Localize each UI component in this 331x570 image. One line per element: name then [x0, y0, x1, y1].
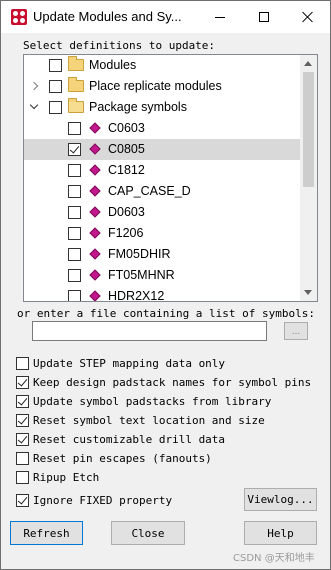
tree-row[interactable]: F1206 [24, 223, 300, 244]
minimize-button[interactable] [197, 1, 243, 33]
tree-item-label: CAP_CASE_D [108, 184, 191, 198]
tree-row[interactable]: C0805 [24, 139, 300, 160]
option-checkbox[interactable] [16, 433, 29, 446]
browse-button[interactable]: ... [284, 322, 308, 340]
symbol-file-label: or enter a file containing a list of sym… [17, 307, 316, 320]
watermark: CSDN @天和地丰 [233, 553, 315, 564]
tree-item-label: C1812 [108, 163, 145, 177]
tree-item-label: Modules [89, 58, 137, 72]
refresh-button[interactable]: Refresh [10, 521, 83, 545]
close-button[interactable]: Close [111, 521, 185, 545]
title-bar[interactable]: Update Modules and Sy... [1, 1, 330, 33]
option-label: Update STEP mapping data only [33, 357, 226, 370]
symbol-icon [89, 290, 101, 301]
symbol-file-input[interactable] [32, 321, 267, 341]
minimize-icon [215, 16, 225, 18]
tree-row[interactable]: D0603 [24, 202, 300, 223]
option-label: Reset customizable drill data [33, 433, 226, 446]
tree-item-label: FT05MHNR [108, 268, 175, 282]
tree-checkbox[interactable] [68, 248, 81, 261]
tree-checkbox[interactable] [49, 80, 62, 93]
option-checkbox[interactable] [16, 414, 29, 427]
tree-row[interactable]: CAP_CASE_D [24, 181, 300, 202]
tree-checkbox[interactable] [68, 164, 81, 177]
tree-checkbox[interactable] [49, 59, 62, 72]
symbol-icon [89, 122, 101, 134]
tree-item-label: Package symbols [89, 100, 187, 114]
option-label: Keep design padstack names for symbol pi… [33, 376, 312, 389]
viewlog-button[interactable]: Viewlog... [244, 488, 317, 511]
option-checkbox[interactable] [16, 376, 29, 389]
close-icon [302, 11, 314, 23]
option-label: Reset pin escapes (fanouts) [33, 452, 212, 465]
option-checkbox[interactable] [16, 471, 29, 484]
tree-row[interactable]: Place replicate modules [24, 76, 300, 97]
option-label: Reset symbol text location and size [33, 414, 265, 427]
tree-checkbox[interactable] [68, 122, 81, 135]
tree-checkbox[interactable] [68, 227, 81, 240]
folder-icon [68, 77, 84, 92]
tree-item-label: Place replicate modules [89, 79, 222, 93]
tree-checkbox[interactable] [68, 185, 81, 198]
option-label: Update symbol padstacks from library [33, 395, 272, 408]
tree-row[interactable]: Modules [24, 55, 300, 76]
symbol-icon [89, 164, 101, 176]
option-checkbox[interactable] [16, 494, 29, 507]
select-definitions-label: Select definitions to update: [23, 39, 216, 52]
tree-row[interactable]: FM05DHIR [24, 244, 300, 265]
window-title: Update Modules and Sy... [33, 9, 182, 24]
tree-row[interactable]: HDR2X12 [24, 286, 300, 302]
tree-item-label: F1206 [108, 226, 144, 240]
expand-chevron-icon[interactable] [28, 80, 40, 92]
tree-item-label: FM05DHIR [108, 247, 171, 261]
option-label: Ripup Etch [33, 471, 100, 484]
collapse-chevron-icon[interactable] [28, 101, 40, 113]
symbol-icon [89, 206, 101, 218]
maximize-button[interactable] [241, 1, 287, 33]
symbol-icon [89, 185, 101, 197]
tree-row[interactable]: Package symbols [24, 97, 300, 118]
folder-open-icon [68, 98, 84, 113]
close-window-button[interactable] [285, 1, 331, 33]
symbol-icon [89, 269, 101, 281]
tree-checkbox[interactable] [68, 290, 81, 301]
option-checkbox[interactable] [16, 452, 29, 465]
help-button[interactable]: Help [244, 521, 317, 545]
app-icon [11, 9, 27, 25]
scroll-up-icon[interactable] [304, 61, 312, 66]
tree-item-label: HDR2X12 [108, 289, 165, 302]
tree-row[interactable]: C1812 [24, 160, 300, 181]
tree-checkbox[interactable] [68, 143, 81, 156]
dialog-window: Update Modules and Sy... Select definiti… [0, 0, 331, 570]
symbol-icon [89, 143, 101, 155]
tree-scrollbar[interactable] [300, 55, 317, 301]
tree-item-label: C0603 [108, 121, 145, 135]
option-checkbox[interactable] [16, 395, 29, 408]
tree-item-label: C0805 [108, 142, 145, 156]
tree-row[interactable]: C0603 [24, 118, 300, 139]
option-label: Ignore FIXED property [33, 494, 173, 507]
tree-item-label: D0603 [108, 205, 145, 219]
tree-checkbox[interactable] [68, 269, 81, 282]
tree-row[interactable]: FT05MHNR [24, 265, 300, 286]
scroll-down-icon[interactable] [304, 290, 312, 295]
tree-checkbox[interactable] [68, 206, 81, 219]
symbol-icon [89, 227, 101, 239]
tree-checkbox[interactable] [49, 101, 62, 114]
symbol-icon [89, 248, 101, 260]
option-checkbox[interactable] [16, 357, 29, 370]
maximize-icon [259, 12, 269, 22]
scroll-thumb[interactable] [303, 72, 314, 187]
folder-icon [68, 56, 84, 71]
definitions-tree[interactable]: Modules Place replicate modules Package sy… [23, 54, 318, 302]
